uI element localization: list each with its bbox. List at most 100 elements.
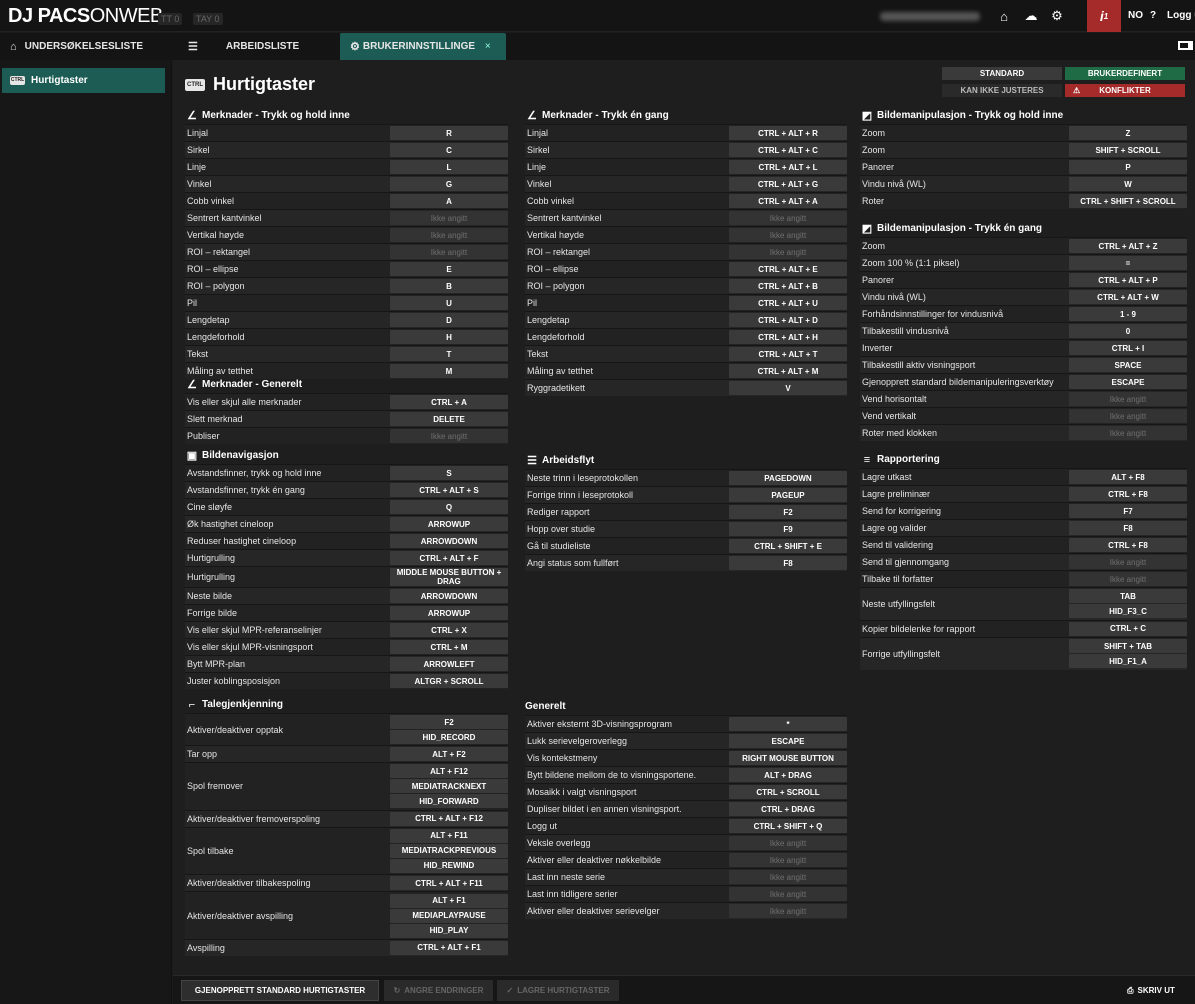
tab-examination-list[interactable]: ⌂ UNDERSØKELSESLISTE	[0, 33, 172, 60]
shortcut-key-button[interactable]: ALT + F8	[1069, 470, 1187, 484]
shortcut-key-button[interactable]: Ikke angitt	[1069, 392, 1187, 406]
shortcut-key-button[interactable]: ARROWDOWN	[390, 589, 508, 603]
shortcut-key-button[interactable]: F9	[729, 522, 847, 536]
shortcut-key-button[interactable]: Ikke angitt	[1069, 426, 1187, 440]
shortcut-key-button[interactable]: HID_F3_C	[1069, 604, 1187, 619]
shortcut-key-button[interactable]: ALT + F12	[390, 764, 508, 779]
shortcut-key-button[interactable]: PAGEUP	[729, 488, 847, 502]
shortcut-key-button[interactable]: HID_F1_A	[1069, 654, 1187, 669]
shortcut-key-button[interactable]: Z	[1069, 126, 1187, 140]
save-shortcuts-button[interactable]: ✓ LAGRE HURTIGTASTER	[497, 980, 619, 1001]
shortcut-key-button[interactable]: CTRL + F8	[1069, 487, 1187, 501]
layout-icon[interactable]	[1178, 41, 1193, 50]
undo-changes-button[interactable]: ↻ ANGRE ENDRINGER	[384, 980, 493, 1001]
shortcut-key-button[interactable]: CTRL + SCROLL	[729, 785, 847, 799]
shortcut-key-button[interactable]: ALT + F1	[390, 893, 508, 908]
shortcut-key-button[interactable]: HID_PLAY	[390, 923, 508, 938]
shortcut-key-button[interactable]: Ikke angitt	[729, 228, 847, 242]
shortcut-key-button[interactable]: CTRL + ALT + F	[390, 551, 508, 565]
shortcut-key-button[interactable]: F8	[1069, 521, 1187, 535]
tab-worklist[interactable]: ☰ ARBEIDSLISTE	[178, 33, 328, 60]
shortcut-key-button[interactable]: CTRL + SHIFT + E	[729, 539, 847, 553]
shortcut-key-button[interactable]: CTRL + ALT + S	[390, 483, 508, 497]
shortcut-key-button[interactable]: Ikke angitt	[390, 429, 508, 443]
shortcut-key-button[interactable]: P	[1069, 160, 1187, 174]
shortcut-key-button[interactable]: CTRL + ALT + B	[729, 279, 847, 293]
shortcut-key-button[interactable]: ALT + DRAG	[729, 768, 847, 782]
shortcut-key-button[interactable]: CTRL + SHIFT + SCROLL	[1069, 194, 1187, 208]
shortcut-key-button[interactable]: CTRL + ALT + U	[729, 296, 847, 310]
shortcut-key-button[interactable]: Ikke angitt	[1069, 409, 1187, 423]
cloud-icon[interactable]: ☁	[1022, 8, 1040, 24]
shortcut-key-button[interactable]: CTRL + ALT + M	[729, 364, 847, 378]
info-button[interactable]: i1	[1087, 0, 1121, 32]
shortcut-key-button[interactable]: ARROWUP	[390, 606, 508, 620]
shortcut-key-button[interactable]: SHIFT + SCROLL	[1069, 143, 1187, 157]
shortcut-key-button[interactable]: HID_REWIND	[390, 858, 508, 873]
shortcut-key-button[interactable]: CTRL + ALT + E	[729, 262, 847, 276]
shortcut-key-button[interactable]: =	[1069, 256, 1187, 270]
shortcut-key-button[interactable]: CTRL + X	[390, 623, 508, 637]
gear-icon[interactable]: ⚙	[1048, 8, 1066, 24]
shortcut-key-button[interactable]: CTRL + ALT + A	[729, 194, 847, 208]
shortcut-key-button[interactable]: CTRL + ALT + H	[729, 330, 847, 344]
shortcut-key-button[interactable]: R	[390, 126, 508, 140]
shortcut-key-button[interactable]: CTRL + ALT + F12	[390, 811, 508, 826]
shortcut-key-button[interactable]: ALT + F2	[390, 747, 508, 761]
shortcut-key-button[interactable]: SHIFT + TAB	[1069, 639, 1187, 654]
shortcut-key-button[interactable]: Ikke angitt	[390, 228, 508, 242]
shortcut-key-button[interactable]: F7	[1069, 504, 1187, 518]
sidebar-item-hurtigtaster[interactable]: CTRL Hurtigtaster	[2, 68, 165, 93]
shortcut-key-button[interactable]: MEDIATRACKNEXT	[390, 779, 508, 794]
shortcut-key-button[interactable]: MEDIAPLAYPAUSE	[390, 908, 508, 923]
shortcut-key-button[interactable]: ESCAPE	[729, 734, 847, 748]
help-button[interactable]: ?	[1150, 10, 1156, 21]
shortcut-key-button[interactable]: T	[390, 347, 508, 361]
shortcut-key-button[interactable]: CTRL + ALT + F11	[390, 876, 508, 891]
shortcut-key-button[interactable]: CTRL + A	[390, 395, 508, 409]
shortcut-key-button[interactable]: CTRL + ALT + G	[729, 177, 847, 191]
shortcut-key-button[interactable]: F2	[729, 505, 847, 519]
shortcut-key-button[interactable]: PAGEDOWN	[729, 471, 847, 485]
shortcut-key-button[interactable]: ALTGR + SCROLL	[390, 674, 508, 688]
shortcut-key-button[interactable]: TAB	[1069, 589, 1187, 604]
print-button[interactable]: ⎙ SKRIV UT	[1121, 980, 1181, 1001]
shortcut-key-button[interactable]: CTRL + ALT + F1	[390, 940, 508, 955]
shortcut-key-button[interactable]: A	[390, 194, 508, 208]
shortcut-key-button[interactable]: HID_FORWARD	[390, 794, 508, 809]
close-icon[interactable]: ×	[485, 41, 491, 52]
shortcut-key-button[interactable]: Ikke angitt	[729, 836, 847, 850]
shortcut-key-button[interactable]: CTRL + I	[1069, 341, 1187, 355]
shortcut-key-button[interactable]: 0	[1069, 324, 1187, 338]
shortcut-key-button[interactable]: H	[390, 330, 508, 344]
shortcut-key-button[interactable]: ARROWLEFT	[390, 657, 508, 671]
shortcut-key-button[interactable]: ARROWUP	[390, 517, 508, 531]
shortcut-key-button[interactable]: Ikke angitt	[1069, 555, 1187, 569]
shortcut-key-button[interactable]: CTRL + ALT + R	[729, 126, 847, 140]
shortcut-key-button[interactable]: E	[390, 262, 508, 276]
shortcut-key-button[interactable]: G	[390, 177, 508, 191]
shortcut-key-button[interactable]: 1 - 9	[1069, 307, 1187, 321]
home-icon[interactable]: ⌂	[995, 8, 1013, 24]
shortcut-key-button[interactable]: CTRL + C	[1069, 621, 1187, 636]
shortcut-key-button[interactable]: CTRL + ALT + C	[729, 143, 847, 157]
shortcut-key-button[interactable]: Ikke angitt	[390, 245, 508, 259]
shortcut-key-button[interactable]: CTRL + ALT + Z	[1069, 239, 1187, 253]
shortcut-key-button[interactable]: Ikke angitt	[729, 870, 847, 884]
shortcut-key-button[interactable]: ESCAPE	[1069, 375, 1187, 389]
shortcut-key-button[interactable]: RIGHT MOUSE BUTTON	[729, 751, 847, 765]
shortcut-key-button[interactable]: F8	[729, 556, 847, 570]
shortcut-key-button[interactable]: W	[1069, 177, 1187, 191]
shortcut-key-button[interactable]: U	[390, 296, 508, 310]
language-button[interactable]: NO	[1128, 10, 1143, 21]
shortcut-key-button[interactable]: D	[390, 313, 508, 327]
shortcut-key-button[interactable]: L	[390, 160, 508, 174]
shortcut-key-button[interactable]: Q	[390, 500, 508, 514]
shortcut-key-button[interactable]: CTRL + ALT + P	[1069, 273, 1187, 287]
shortcut-key-button[interactable]: ARROWDOWN	[390, 534, 508, 548]
shortcut-key-button[interactable]: MIDDLE MOUSE BUTTON + DRAG	[390, 568, 508, 586]
shortcut-key-button[interactable]: CTRL + F8	[1069, 538, 1187, 552]
shortcut-key-button[interactable]: C	[390, 143, 508, 157]
shortcut-key-button[interactable]: *	[729, 717, 847, 731]
shortcut-key-button[interactable]: SPACE	[1069, 358, 1187, 372]
